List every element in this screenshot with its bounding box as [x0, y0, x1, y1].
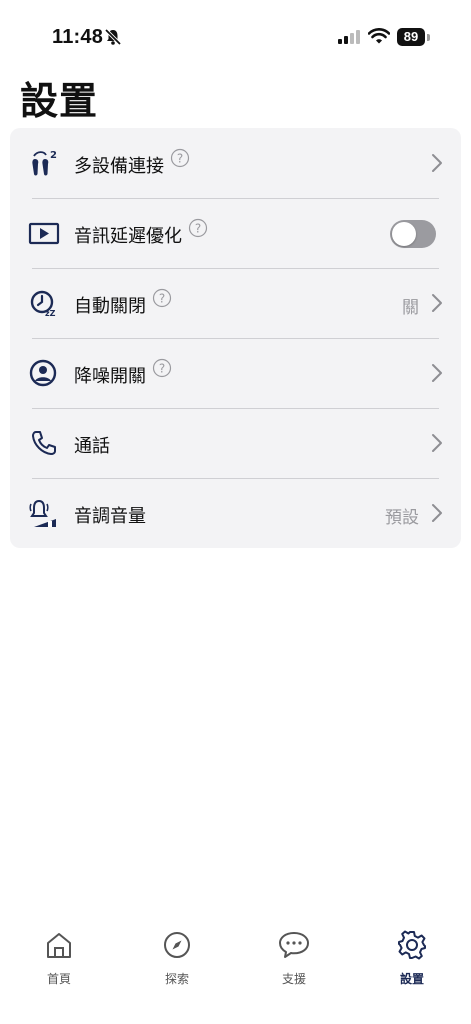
chat-bubble-icon [254, 930, 334, 965]
settings-item-label: 音調音量 [74, 502, 146, 528]
chevron-right-icon [431, 503, 443, 528]
help-icon[interactable]: ? [188, 218, 208, 243]
chevron-right-icon [431, 293, 443, 318]
auto-off-label: 自動關閉 [74, 296, 146, 316]
noise-cancel-person-icon [28, 357, 60, 389]
help-icon[interactable]: ? [152, 288, 172, 313]
sleep-timer-icon: zZ [28, 287, 60, 319]
wifi-icon [367, 28, 391, 49]
toggle-knob [392, 222, 416, 246]
svg-text:?: ? [159, 362, 165, 376]
help-icon[interactable]: ? [152, 358, 172, 383]
svg-text:?: ? [159, 292, 165, 306]
status-bar: 11:48 89 [0, 0, 471, 64]
prompt-volume-label: 音調音量 [74, 506, 146, 526]
multi-device-label: 多設備連接 [74, 156, 164, 176]
audio-latency-label: 音訊延遲優化 [74, 226, 182, 246]
home-icon [19, 930, 99, 965]
battery-tip [427, 34, 430, 41]
page-title: 設置 [20, 81, 99, 123]
settings-item-label: 降噪開關? [74, 358, 172, 388]
settings-item-calls[interactable]: 通話 [10, 408, 461, 478]
settings-item-auto-off[interactable]: zZ 自動關閉? 關 [10, 268, 461, 338]
status-time: 11:48 [52, 26, 104, 48]
settings-item-prompt-volume[interactable]: 音調音量 預設 [10, 478, 461, 548]
svg-text:?: ? [195, 222, 201, 236]
gear-icon [372, 930, 452, 965]
tab-support[interactable]: 支援 [254, 930, 334, 987]
bell-volume-icon [28, 497, 60, 529]
cellular-signal-icon [338, 30, 362, 49]
settings-item-label: 通話 [74, 432, 110, 458]
tab-label: 探索 [164, 972, 189, 986]
svg-text:zZ: zZ [45, 309, 56, 318]
settings-list: 2 多設備連接? 音訊延遲優化? zZ 自動關閉? 關 降噪開關 ? 通話 音調… [10, 128, 461, 548]
noise-cancel-label: 降噪開關 [74, 366, 146, 386]
settings-item-label: 多設備連接? [74, 148, 190, 178]
calls-label: 通話 [74, 436, 110, 456]
settings-item-label: 音訊延遲優化? [74, 218, 208, 248]
settings-item-audio-latency: 音訊延遲優化? [10, 198, 461, 268]
tab-home[interactable]: 首頁 [19, 930, 99, 987]
tab-bar: 首頁 探索 支援 設置 [0, 920, 471, 1024]
settings-item-label: 自動關閉? [74, 288, 172, 318]
tab-label: 首頁 [46, 972, 71, 986]
compass-icon [137, 930, 217, 965]
phone-icon [28, 427, 60, 459]
battery-indicator: 89 [397, 28, 425, 46]
tab-label: 支援 [281, 972, 306, 986]
audio-latency-toggle[interactable] [390, 220, 436, 248]
settings-item-noise-cancel[interactable]: 降噪開關? [10, 338, 461, 408]
svg-text:?: ? [177, 152, 183, 166]
auto-off-value: 關 [402, 298, 419, 317]
multi-device-earbuds-icon: 2 [28, 147, 60, 179]
tab-explore[interactable]: 探索 [137, 930, 217, 987]
video-play-icon [28, 217, 60, 249]
chevron-right-icon [431, 153, 443, 178]
tab-settings[interactable]: 設置 [372, 930, 452, 987]
silent-bell-icon [104, 28, 122, 51]
prompt-volume-value: 預設 [385, 508, 419, 527]
tab-label: 設置 [399, 972, 424, 986]
chevron-right-icon [431, 433, 443, 458]
help-icon[interactable]: ? [170, 148, 190, 173]
svg-text:2: 2 [50, 150, 57, 161]
settings-item-multi-device[interactable]: 2 多設備連接? [10, 128, 461, 198]
chevron-right-icon [431, 363, 443, 388]
